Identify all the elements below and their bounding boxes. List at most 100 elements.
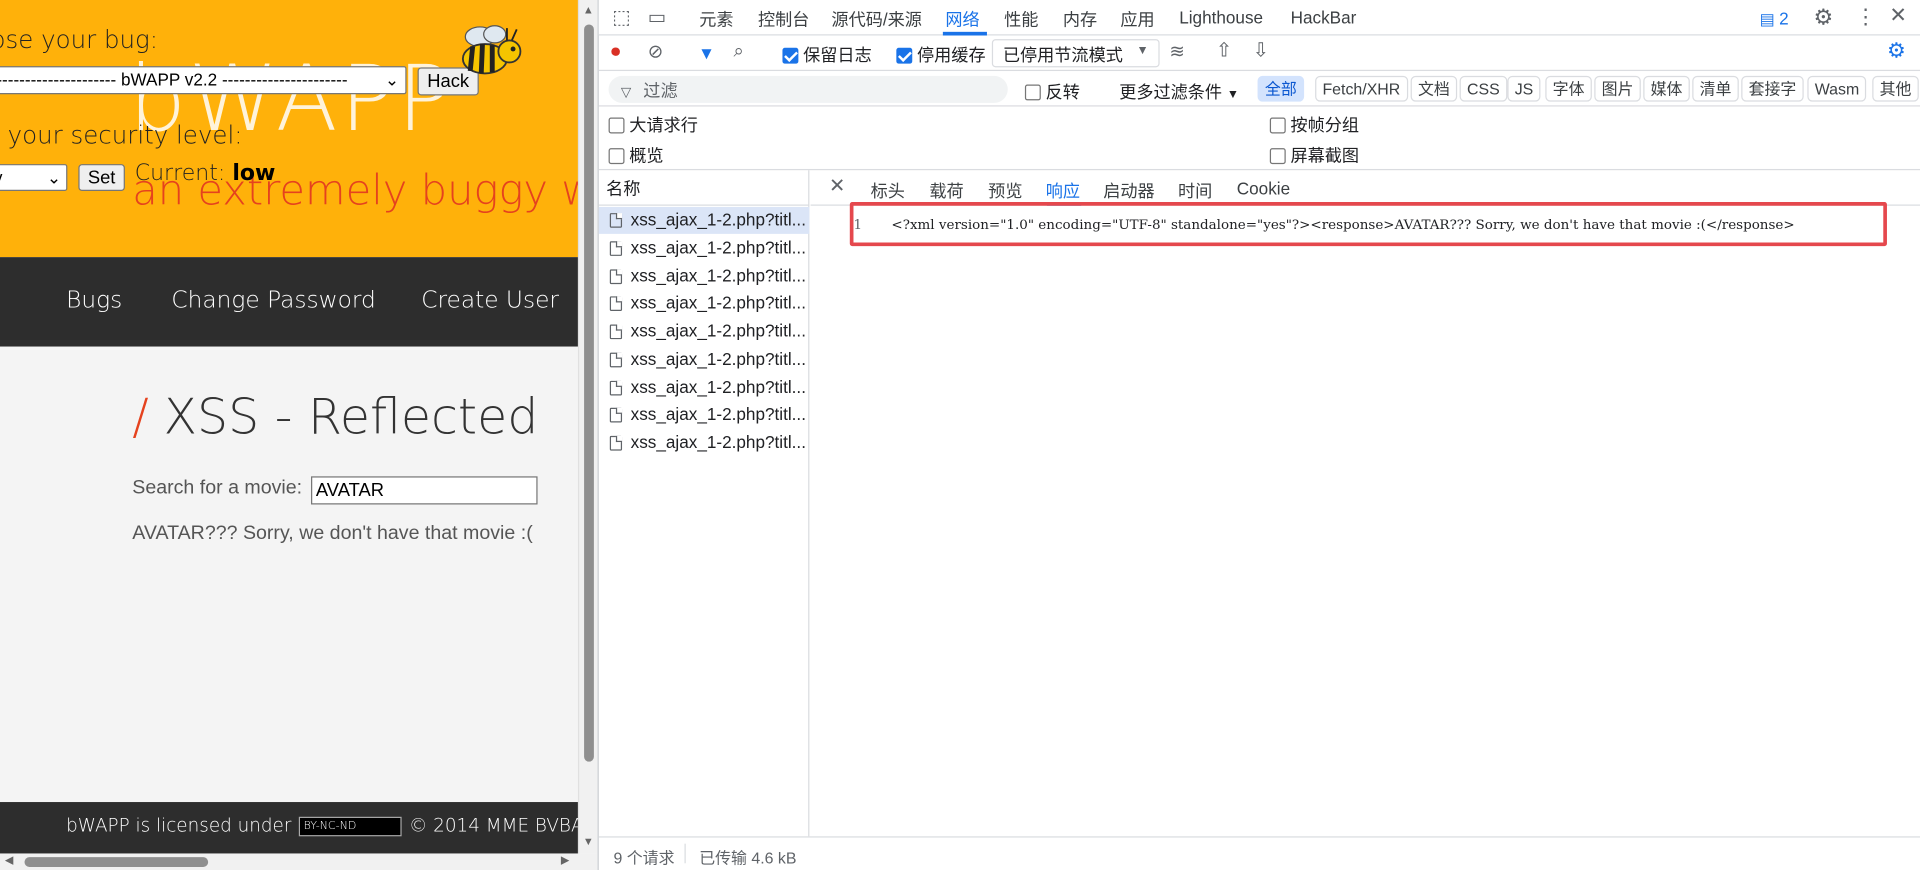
tab-headers[interactable]: 标头 bbox=[871, 179, 905, 203]
title-slash: / bbox=[132, 389, 149, 446]
nav-bugs-link[interactable]: Bugs bbox=[66, 287, 122, 314]
type-filter-all[interactable]: 全部 bbox=[1257, 75, 1305, 102]
type-filter-wasm[interactable]: Wasm bbox=[1807, 75, 1867, 102]
tab-cookies[interactable]: Cookie bbox=[1237, 179, 1290, 199]
big-rows-checkbox[interactable]: 大请求行 bbox=[608, 113, 698, 137]
import-har-icon[interactable]: ⇧ bbox=[1216, 41, 1232, 62]
network-settings-gear-icon[interactable]: ⚙ bbox=[1887, 40, 1906, 62]
type-filter-other[interactable]: 其他 bbox=[1872, 75, 1919, 102]
disable-cache-check[interactable] bbox=[896, 47, 913, 64]
request-row[interactable]: xss_ajax_1-2.php?titl... bbox=[599, 347, 810, 374]
export-har-icon[interactable]: ⇩ bbox=[1253, 41, 1269, 62]
network-conditions-icon[interactable]: ≋ bbox=[1169, 42, 1184, 63]
tab-initiator[interactable]: 启动器 bbox=[1103, 179, 1154, 203]
cc-license-badge[interactable]: BY-NC-ND bbox=[298, 816, 402, 836]
screenshots-checkbox[interactable]: 屏幕截图 bbox=[1269, 143, 1359, 167]
request-row[interactable]: xss_ajax_1-2.php?titl... bbox=[599, 290, 810, 317]
request-row[interactable]: xss_ajax_1-2.php?titl... bbox=[599, 318, 810, 345]
filter-funnel-icon: ▽ bbox=[620, 85, 632, 101]
invert-check[interactable] bbox=[1024, 84, 1041, 101]
security-level-select[interactable]: v ⌄ bbox=[0, 164, 68, 192]
overview-check[interactable] bbox=[608, 148, 625, 165]
type-filter-manifest[interactable]: 清单 bbox=[1692, 75, 1739, 102]
throttle-select[interactable]: 已停用节流模式 ▼ bbox=[991, 39, 1160, 68]
type-filter-img[interactable]: 图片 bbox=[1594, 75, 1641, 102]
type-filter-socket[interactable]: 套接字 bbox=[1741, 75, 1804, 102]
scroll-down-arrow-icon[interactable]: ▼ bbox=[583, 835, 594, 847]
tab-hackbar[interactable]: HackBar bbox=[1291, 7, 1357, 27]
nav-create-user-link[interactable]: Create User bbox=[421, 287, 559, 314]
security-level-label: t your security level: bbox=[0, 120, 243, 150]
group-by-frame-check[interactable] bbox=[1269, 117, 1286, 134]
filter-icon[interactable]: ▼ bbox=[698, 43, 715, 63]
overview-checkbox[interactable]: 概览 bbox=[608, 143, 664, 167]
invert-label: 反转 bbox=[1045, 82, 1080, 102]
movie-search-input[interactable] bbox=[311, 476, 538, 505]
scroll-up-arrow-icon[interactable]: ▲ bbox=[583, 4, 594, 16]
type-filter-css[interactable]: CSS bbox=[1459, 75, 1508, 102]
nav-change-password-link[interactable]: Change Password bbox=[171, 287, 375, 314]
dropdown-triangle-icon: ▼ bbox=[1136, 44, 1149, 58]
close-detail-icon[interactable]: ✕ bbox=[829, 177, 845, 198]
disable-cache-checkbox[interactable]: 停用缓存 bbox=[896, 43, 986, 67]
scroll-right-arrow-icon[interactable]: ▶ bbox=[561, 853, 569, 866]
issues-badge[interactable]: ▤ 2 bbox=[1760, 9, 1789, 30]
request-list: 名称 xss_ajax_1-2.php?titl... xss_ajax_1-2… bbox=[598, 170, 810, 837]
tab-payload[interactable]: 载荷 bbox=[929, 179, 963, 203]
filter-input[interactable]: ▽ 过滤 bbox=[608, 75, 1008, 103]
bug-select[interactable]: --------------------- bWAPP v2.2 -------… bbox=[0, 66, 407, 95]
type-filter-font[interactable]: 字体 bbox=[1545, 75, 1592, 102]
scrollbar-thumb[interactable] bbox=[24, 857, 209, 867]
settings-gear-icon[interactable]: ⚙ bbox=[1813, 6, 1833, 28]
tab-application[interactable]: 应用 bbox=[1120, 7, 1154, 31]
type-filter-fetch-xhr[interactable]: Fetch/XHR bbox=[1315, 75, 1408, 102]
tab-timing[interactable]: 时间 bbox=[1178, 179, 1212, 203]
request-row[interactable]: xss_ajax_1-2.php?titl... bbox=[599, 235, 810, 262]
tab-network[interactable]: 网络 bbox=[945, 7, 979, 31]
throttle-value: 已停用节流模式 bbox=[1002, 45, 1123, 65]
invert-checkbox[interactable]: 反转 bbox=[1024, 80, 1080, 104]
page-horizontal-scrollbar[interactable]: ◀ ▶ bbox=[0, 853, 598, 870]
tab-sources[interactable]: 源代码/来源 bbox=[831, 7, 921, 31]
preserve-log-check[interactable] bbox=[782, 47, 799, 64]
tab-memory[interactable]: 内存 bbox=[1063, 7, 1097, 31]
request-row[interactable]: xss_ajax_1-2.php?titl... bbox=[599, 375, 810, 402]
screenshots-check[interactable] bbox=[1269, 148, 1286, 165]
big-rows-check[interactable] bbox=[608, 117, 625, 134]
type-filter-js[interactable]: JS bbox=[1507, 75, 1541, 102]
preserve-log-checkbox[interactable]: 保留日志 bbox=[782, 43, 872, 67]
request-row[interactable]: xss_ajax_1-2.php?titl... bbox=[598, 206, 810, 234]
scroll-left-arrow-icon[interactable]: ◀ bbox=[5, 853, 13, 866]
more-filters-label: 更多过滤条件 bbox=[1119, 82, 1223, 102]
tab-console[interactable]: 控制台 bbox=[758, 7, 809, 31]
more-filters-dropdown[interactable]: 更多过滤条件 ▼ bbox=[1119, 80, 1239, 104]
inspect-element-icon[interactable]: ⬚ bbox=[612, 8, 631, 29]
request-name: xss_ajax_1-2.php?titl... bbox=[630, 377, 806, 397]
request-row[interactable]: xss_ajax_1-2.php?titl... bbox=[599, 430, 810, 457]
device-toolbar-icon[interactable]: ▭ bbox=[648, 8, 667, 29]
search-label: Search for a movie: bbox=[132, 477, 303, 499]
tab-response[interactable]: 响应 bbox=[1046, 179, 1080, 203]
search-icon[interactable]: ⌕ bbox=[733, 41, 743, 62]
request-row[interactable]: xss_ajax_1-2.php?titl... bbox=[599, 402, 810, 429]
chevron-down-icon: ⌄ bbox=[384, 69, 400, 90]
tab-preview[interactable]: 预览 bbox=[988, 179, 1022, 203]
tab-performance[interactable]: 性能 bbox=[1004, 7, 1038, 31]
request-row[interactable]: xss_ajax_1-2.php?titl... bbox=[599, 263, 810, 290]
type-filter-doc[interactable]: 文档 bbox=[1410, 75, 1458, 102]
overview-label: 概览 bbox=[629, 145, 664, 166]
response-body-line[interactable]: <?xml version="1.0" encoding="UTF-8" sta… bbox=[891, 217, 1794, 233]
group-by-frame-checkbox[interactable]: 按帧分组 bbox=[1269, 113, 1359, 137]
set-security-button[interactable]: Set bbox=[78, 164, 125, 192]
tab-elements[interactable]: 元素 bbox=[699, 7, 733, 31]
type-filter-media[interactable]: 媒体 bbox=[1643, 75, 1690, 102]
scrollbar-thumb[interactable] bbox=[584, 24, 594, 762]
cc-badge-text: BY-NC-ND bbox=[303, 819, 357, 833]
record-stop-icon[interactable]: ⏺ bbox=[611, 42, 620, 63]
name-column-header[interactable]: 名称 bbox=[598, 170, 810, 206]
close-icon[interactable]: ✕ bbox=[1889, 5, 1906, 26]
tab-lighthouse[interactable]: Lighthouse bbox=[1179, 7, 1263, 27]
clear-icon[interactable]: ⊘ bbox=[648, 42, 663, 63]
page-vertical-scrollbar[interactable]: ▲ ▼ bbox=[577, 0, 598, 854]
more-options-icon[interactable]: ⋮ bbox=[1855, 6, 1876, 27]
